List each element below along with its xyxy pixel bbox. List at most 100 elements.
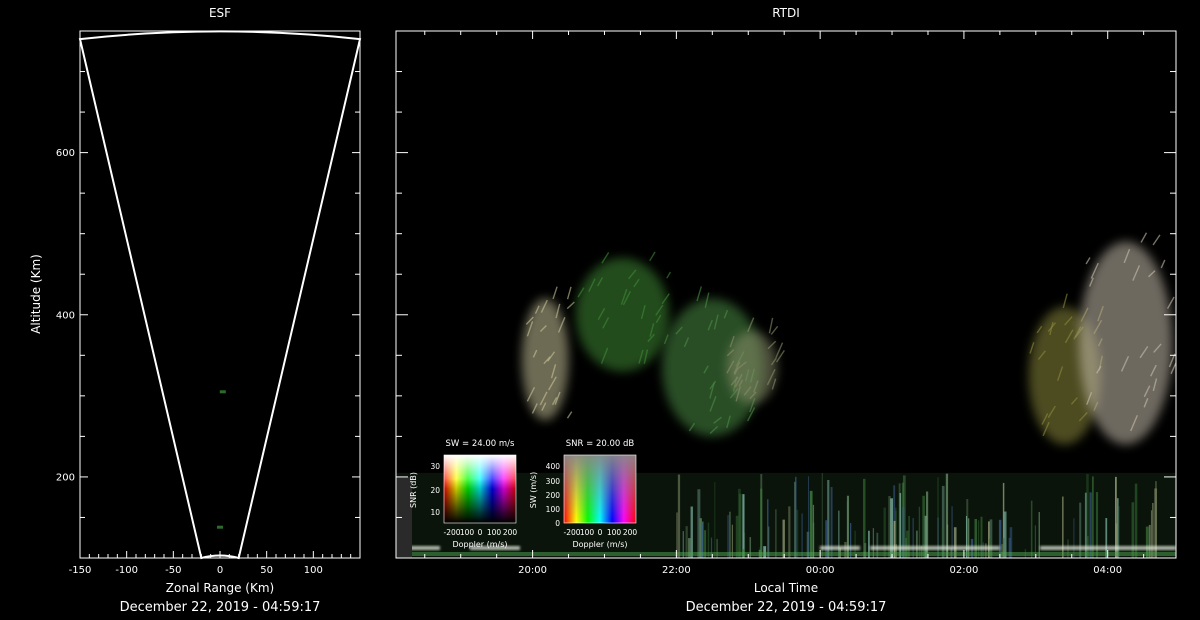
rtdi-layer-stripe — [1086, 474, 1089, 558]
rtdi-layer-stripe — [951, 506, 953, 558]
esf-y-tick-label: 600 — [56, 148, 75, 159]
legend-sw-ytick: 100 — [546, 505, 561, 514]
rtdi-layer-stripe — [795, 476, 797, 558]
rtdi-layer-stripe — [937, 477, 939, 558]
esf-y-axis-label: Altitude (Km) — [29, 254, 43, 334]
rtdi-plume-streak — [1140, 232, 1148, 243]
figure: ESF -150 -100 -50 0 50 100 200400600 Zonal Ra… — [29, 6, 1177, 615]
rtdi-plume — [1078, 241, 1173, 445]
esf-x-axis-label: Zonal Range (Km) — [166, 581, 274, 595]
legend-sw-ytick: 300 — [546, 477, 561, 486]
rtdi-layer-stripe — [1150, 510, 1153, 558]
rtdi-layer-stripe — [677, 474, 681, 558]
rtdi-plume-streak — [1166, 296, 1175, 309]
rtdi-plume-streak — [696, 286, 702, 302]
rtdi-plume — [575, 258, 670, 372]
rtdi-layer-stripe — [980, 516, 983, 558]
rtdi-layer-stripe — [697, 489, 701, 558]
rtdi-title: RTDI — [772, 6, 800, 20]
rtdi-layer-stripe — [767, 499, 769, 558]
rtdi-layer-stripe — [775, 509, 777, 558]
rtdi-layer-stripe — [738, 493, 742, 558]
rtdi-plume-streak — [770, 325, 779, 335]
rtdi-plume-streak — [649, 251, 656, 262]
legend-sw-gray-overlay — [564, 455, 636, 523]
rtdi-plume-streak — [566, 411, 573, 419]
rtdi-plume-streak — [552, 286, 558, 300]
rtdi-plume-streak — [768, 317, 774, 334]
legend-snr-y-label: SNR (dB) — [409, 472, 418, 508]
legend-snr-xtick: 200 — [503, 528, 518, 537]
legend-sw-ytick: 200 — [546, 491, 561, 500]
legend-sw-ytick: 0 — [555, 519, 560, 528]
esf-title: ESF — [209, 6, 231, 20]
rtdi-layer-stripe — [760, 488, 763, 558]
esf-x-tick-label: 100 — [304, 565, 323, 576]
esf-y-axis: 200 400 600 — [56, 30, 360, 559]
legend-snr-xtick: -200 — [443, 528, 460, 537]
esf-x-tick-label: -100 — [115, 565, 138, 576]
rtdi-plume-streak — [566, 286, 572, 300]
legend-snr-ytick: 10 — [430, 508, 440, 517]
esf-y-tick-label: 200 — [56, 472, 75, 483]
legend-snr-ytick: 30 — [430, 462, 440, 471]
esf-echo-point — [217, 525, 223, 529]
rtdi-layer-stripe — [742, 494, 745, 558]
rtdi-plume-streak — [1062, 293, 1068, 309]
esf-echo-point — [219, 390, 226, 394]
rtdi-layer-stripe — [918, 506, 920, 558]
rtdi-layer-streak — [1040, 546, 1176, 550]
esf-x-tick-label: -150 — [69, 565, 92, 576]
rtdi-layer-stripe — [821, 472, 823, 558]
rtdi-layer-base — [396, 552, 1176, 556]
rtdi-x-tick-label: 22:00 — [662, 565, 691, 576]
legend-snr-xtick: 100 — [487, 528, 502, 537]
esf-beam-outline — [78, 30, 362, 560]
rtdi-layer-stripe — [1118, 506, 1120, 558]
legend-snr-title: SW = 24.00 m/s — [446, 439, 516, 449]
rtdi-x-tick-label: 04:00 — [1093, 565, 1122, 576]
esf-panel: ESF -150 -100 -50 0 50 100 200 400 600 Zonal Ra… — [29, 6, 362, 615]
legend-snr-xtick: 0 — [478, 528, 483, 537]
rtdi-layer-stripe — [901, 507, 905, 558]
rtdi-x-tick-label: 00:00 — [806, 565, 835, 576]
esf-timestamp: December 22, 2019 - 04:59:17 — [120, 600, 321, 615]
rtdi-layer-streak — [870, 546, 1000, 550]
rtdi-layer-stripe — [809, 490, 813, 558]
rtdi-layer-stripe — [838, 510, 840, 558]
rtdi-layer-stripe — [808, 476, 810, 558]
esf-y-tick-label: 400 — [56, 310, 75, 321]
legend-snr-xtick: 100 — [460, 528, 475, 537]
rtdi-layer-stripe — [812, 504, 815, 558]
rtdi-layer-stripe — [895, 507, 897, 558]
rtdi-plume-streak — [666, 271, 672, 279]
rtdi-plumes — [521, 232, 1176, 445]
rtdi-plume-streak — [1160, 259, 1166, 269]
esf-plot-frame — [79, 30, 361, 559]
rtdi-layer-stripe — [788, 506, 791, 558]
legend-sw-xtick: 100 — [580, 528, 595, 537]
rtdi-layer-stripe — [801, 513, 803, 558]
rtdi-layer-stripe — [883, 507, 886, 558]
rtdi-layer-stripe — [908, 515, 911, 558]
legend-sw-title: SNR = 20.00 dB — [566, 439, 635, 449]
rtdi-layer-stripe — [690, 506, 693, 558]
rtdi-plume — [726, 330, 778, 404]
rtdi-plume-streak — [566, 301, 575, 310]
rtdi-layer-stripe — [945, 473, 949, 558]
legend-sw-y-label: SW (m/s) — [529, 472, 538, 508]
esf-x-tick-label: 50 — [260, 565, 273, 576]
legend-sw-xtick: -200 — [563, 528, 580, 537]
legend-sw-xtick: 100 — [607, 528, 622, 537]
rtdi-x-tick-label: 02:00 — [950, 565, 979, 576]
rtdi-layer-stripe — [727, 515, 730, 558]
esf-beam-wedge — [78, 30, 362, 560]
legend-snr-black-overlay — [444, 455, 516, 523]
legend-snr-x-label: Doppler (m/s) — [452, 540, 507, 549]
rtdi-timestamp: December 22, 2019 - 04:59:17 — [686, 600, 887, 615]
legend-sw-x-label: Doppler (m/s) — [572, 540, 627, 549]
rtdi-layer-stripe — [1030, 500, 1033, 558]
rtdi-plume-streak — [1085, 257, 1091, 265]
rtdi-x-axis-label: Local Time — [754, 581, 818, 595]
esf-echoes — [217, 390, 226, 529]
